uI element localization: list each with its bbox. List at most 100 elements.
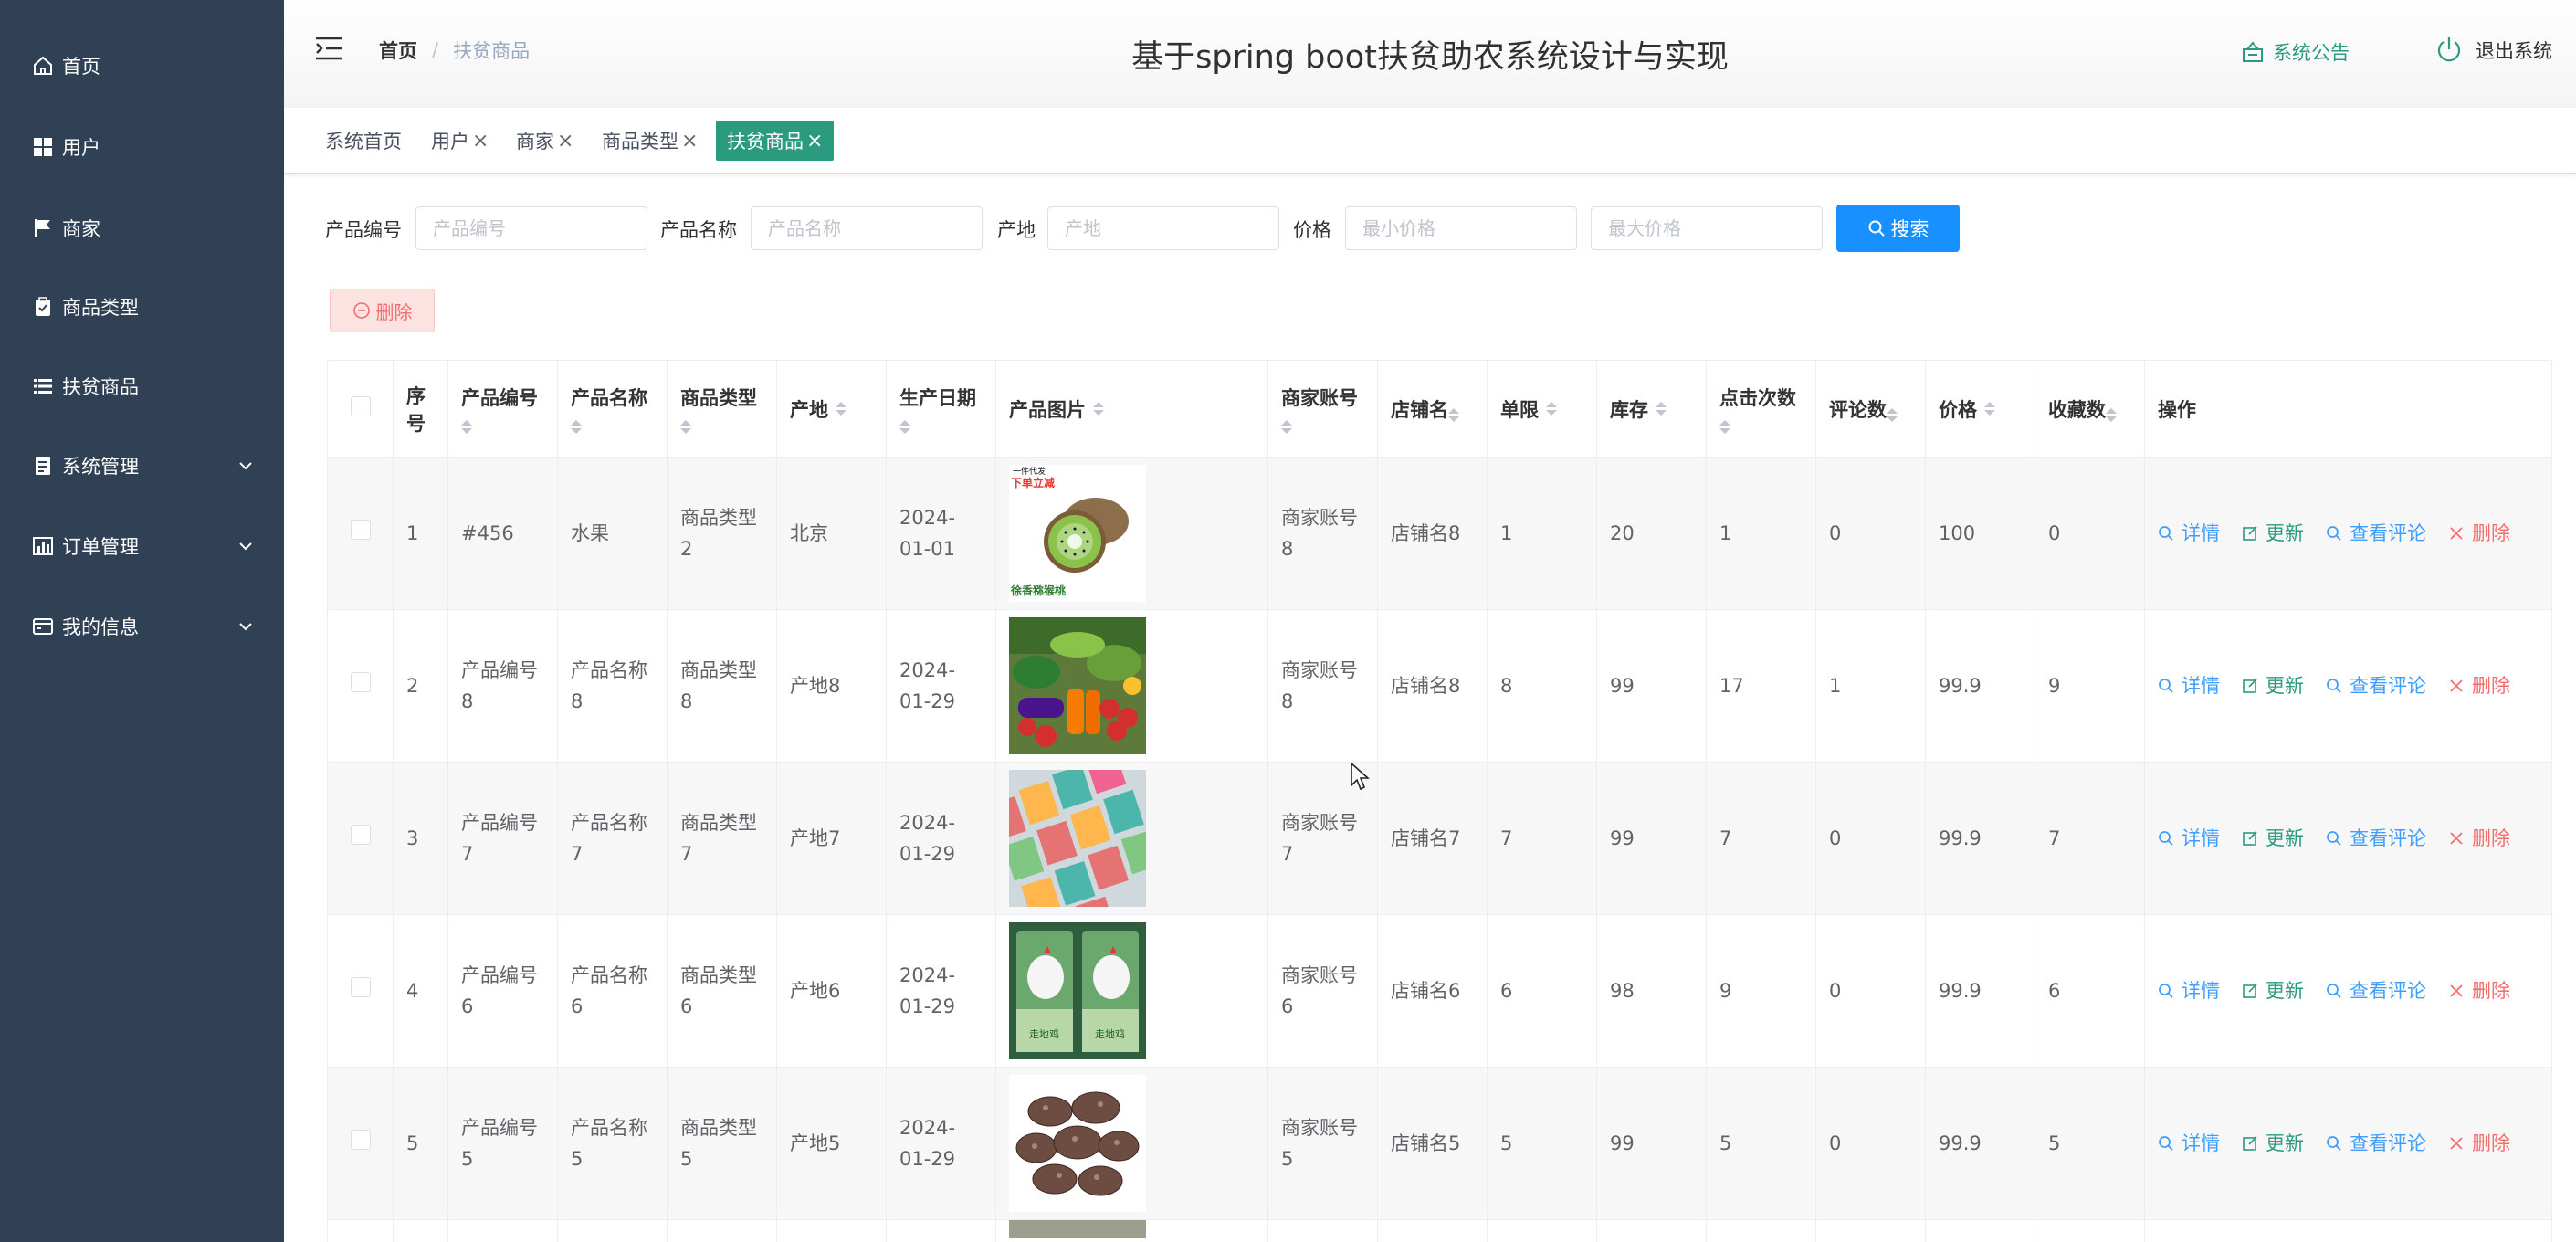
update-button[interactable]: 更新	[2242, 1128, 2304, 1159]
search-input-code[interactable]	[415, 206, 647, 250]
close-icon[interactable]: ×	[472, 130, 489, 153]
col-type[interactable]: 商品类型	[667, 360, 777, 458]
cell-origin: 产地6	[776, 914, 887, 1068]
cell-image	[995, 1067, 1268, 1220]
view-comments-button[interactable]: 查看评论	[2326, 823, 2426, 854]
view-comments-label: 查看评论	[2350, 522, 2426, 544]
sort-icon[interactable]	[2106, 408, 2117, 422]
sidebar-item-users[interactable]: 用户	[0, 111, 284, 184]
cell-code: 产品编号5	[447, 1067, 558, 1220]
system-notice-button[interactable]: 系统公告	[2240, 38, 2350, 66]
col-merchant[interactable]: 商家账号	[1267, 360, 1378, 458]
sidebar-item-merchants[interactable]: 商家	[0, 192, 284, 265]
update-button[interactable]: 更新	[2242, 975, 2304, 1006]
sort-icon[interactable]	[571, 420, 582, 435]
detail-button[interactable]: 详情	[2158, 1128, 2220, 1159]
tab-merchants[interactable]: 商家 ×	[516, 121, 573, 161]
mushroom-product-image[interactable]	[1009, 1075, 1146, 1212]
delete-button[interactable]: 删除	[2448, 975, 2510, 1006]
col-limit[interactable]: 单限	[1487, 360, 1597, 458]
sort-icon[interactable]	[1546, 402, 1557, 416]
chevron-down-icon	[239, 623, 252, 631]
sort-icon[interactable]	[1281, 420, 1292, 435]
view-comments-button[interactable]: 查看评论	[2326, 670, 2426, 701]
cell-price: 99.9	[1925, 914, 2035, 1068]
sort-icon[interactable]	[1093, 402, 1104, 416]
row-checkbox[interactable]	[350, 825, 371, 845]
grid-icon	[31, 135, 55, 159]
delete-button[interactable]: 删除	[2448, 670, 2510, 701]
sort-icon[interactable]	[1656, 402, 1667, 416]
logout-button[interactable]: 退出系统	[2434, 35, 2552, 66]
sidebar-item-products[interactable]: 扶贫商品	[0, 350, 284, 423]
select-all-checkbox[interactable]	[350, 396, 371, 416]
cell-code: 产品编号7	[447, 762, 558, 915]
search-input-max-price[interactable]	[1591, 206, 1823, 250]
row-checkbox[interactable]	[350, 977, 371, 997]
breadcrumb-home[interactable]: 首页	[379, 37, 417, 64]
close-icon[interactable]: ×	[557, 130, 573, 153]
delete-button[interactable]: 删除	[2448, 823, 2510, 854]
sort-icon[interactable]	[899, 420, 910, 435]
tab-home[interactable]: 系统首页	[325, 121, 402, 161]
update-button[interactable]: 更新	[2242, 823, 2304, 854]
sort-icon[interactable]	[461, 420, 472, 435]
vegetables-product-image[interactable]	[1009, 617, 1146, 754]
view-comments-button[interactable]: 查看评论	[2326, 975, 2426, 1006]
col-code[interactable]: 产品编号	[447, 360, 558, 458]
chicken-product-image[interactable]: 走地鸡 走地鸡	[1009, 922, 1146, 1059]
detail-button[interactable]: 详情	[2158, 823, 2220, 854]
search-input-min-price[interactable]	[1345, 206, 1577, 250]
col-stock[interactable]: 库存	[1596, 360, 1707, 458]
row-checkbox[interactable]	[350, 672, 371, 692]
detail-button[interactable]: 详情	[2158, 975, 2220, 1006]
search-input-origin[interactable]	[1047, 206, 1279, 250]
kiwi-product-image[interactable]: 一件代发 下单立减 徐香猕猴桃	[1009, 465, 1146, 602]
row-checkbox[interactable]	[350, 1130, 371, 1150]
col-favorites[interactable]: 收藏数	[2035, 360, 2145, 458]
sidebar-item-system[interactable]: 系统管理	[0, 429, 284, 502]
tab-label: 扶贫商品	[727, 131, 804, 153]
col-comments[interactable]: 评论数	[1815, 360, 1926, 458]
sidebar-item-orders[interactable]: 订单管理	[0, 510, 284, 583]
sidebar-item-home[interactable]: 首页	[0, 29, 284, 102]
view-comments-button[interactable]: 查看评论	[2326, 518, 2426, 549]
cell-index: 5	[393, 1067, 448, 1220]
col-name[interactable]: 产品名称	[557, 360, 668, 458]
col-image[interactable]: 产品图片	[995, 360, 1268, 458]
tab-products[interactable]: 扶贫商品 ×	[716, 121, 835, 161]
col-date[interactable]: 生产日期	[886, 360, 996, 458]
sort-icon[interactable]	[1719, 420, 1730, 435]
update-label: 更新	[2266, 827, 2304, 849]
sort-icon[interactable]	[1887, 408, 1898, 422]
products-table: 序号 产品编号 产品名称 商品类型 产地 生产日期 产品图片 商家账号 店铺名 …	[327, 360, 2552, 1242]
sort-icon[interactable]	[1984, 402, 1995, 416]
close-icon[interactable]: ×	[681, 130, 698, 153]
sort-icon[interactable]	[836, 402, 846, 416]
tab-product-types[interactable]: 商品类型 ×	[602, 121, 698, 161]
delete-button[interactable]: 删除	[2448, 1128, 2510, 1159]
batch-delete-button[interactable]: 删除	[330, 289, 435, 332]
sort-icon[interactable]	[680, 420, 691, 435]
detail-button[interactable]: 详情	[2158, 670, 2220, 701]
cell-clicks: 9	[1706, 914, 1816, 1068]
sort-icon[interactable]	[1448, 408, 1459, 422]
view-comments-button[interactable]: 查看评论	[2326, 1128, 2426, 1159]
detail-button[interactable]: 详情	[2158, 518, 2220, 549]
sidebar-item-my-info[interactable]: 我的信息	[0, 590, 284, 663]
update-button[interactable]: 更新	[2242, 518, 2304, 549]
row-checkbox[interactable]	[350, 520, 371, 540]
col-price[interactable]: 价格	[1925, 360, 2035, 458]
delete-button[interactable]: 删除	[2448, 518, 2510, 549]
close-icon[interactable]: ×	[806, 130, 823, 153]
boxes-product-image[interactable]	[1009, 770, 1146, 907]
col-shop[interactable]: 店铺名	[1377, 360, 1488, 458]
tab-users[interactable]: 用户 ×	[431, 121, 489, 161]
search-button[interactable]: 搜索	[1836, 205, 1960, 252]
col-origin[interactable]: 产地	[776, 360, 887, 458]
sidebar-item-product-types[interactable]: 商品类型	[0, 270, 284, 343]
update-button[interactable]: 更新	[2242, 670, 2304, 701]
col-clicks[interactable]: 点击次数	[1706, 360, 1816, 458]
menu-toggle-icon[interactable]	[315, 37, 342, 60]
search-input-name[interactable]	[751, 206, 983, 250]
